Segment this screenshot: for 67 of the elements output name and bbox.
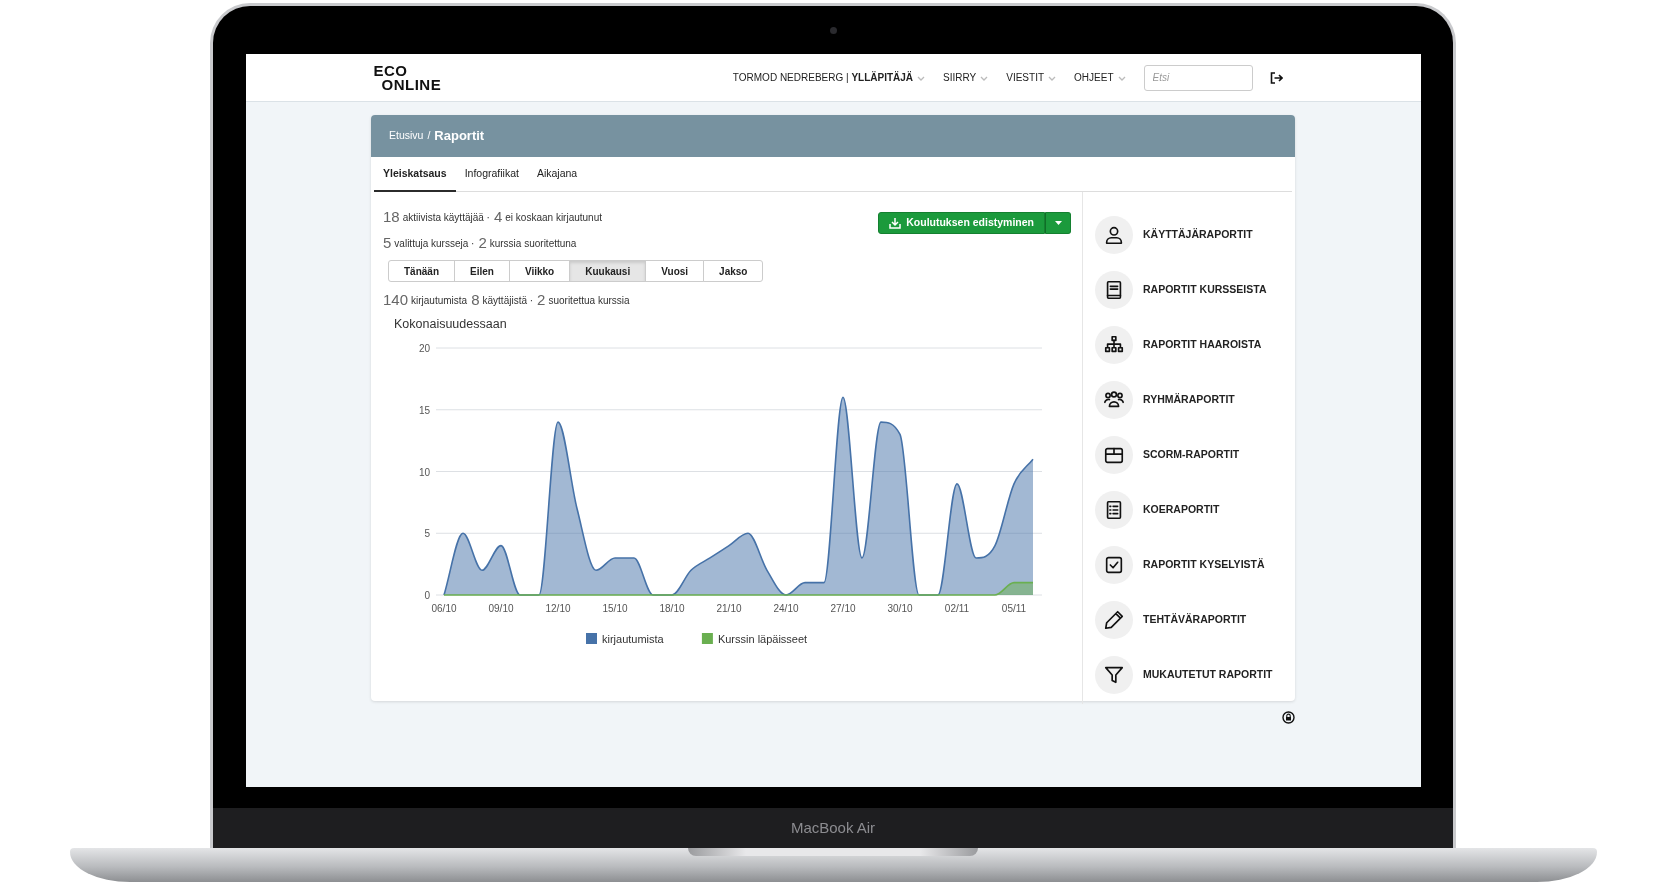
checkbox-icon [1095, 546, 1133, 584]
report-link[interactable]: RAPORTIT KURSSEISTA [1083, 264, 1295, 316]
book-icon [1095, 271, 1133, 309]
period-button[interactable]: Kuukausi [569, 260, 647, 282]
pencil-icon [1095, 601, 1133, 639]
person-icon [1095, 216, 1133, 254]
logo[interactable]: ECO ONLINE [373, 63, 442, 92]
tab[interactable]: Aikajana [527, 157, 587, 192]
camera-dot [829, 26, 837, 34]
breadcrumb-separator: / [427, 128, 431, 144]
report-link[interactable]: SCORM-RAPORTIT [1083, 429, 1295, 481]
axis-label: 27/10 [830, 603, 856, 614]
axis-label: 02/11 [944, 603, 970, 614]
nav-menu-link[interactable]: SIIRRY [943, 70, 989, 85]
axis-label: 12/10 [545, 603, 571, 614]
report-link[interactable]: TEHTÄVÄRAPORTIT [1083, 594, 1295, 646]
report-link[interactable]: KÄYTTÄJÄRAPORTIT [1083, 209, 1295, 261]
axis-label: 06/10 [431, 603, 457, 614]
lock-icon [1281, 711, 1295, 724]
dropdown-toggle-button[interactable] [1045, 212, 1071, 234]
axis-label: 30/10 [887, 603, 913, 614]
axis-label: 05/11 [1001, 603, 1027, 614]
logout-icon[interactable] [1268, 70, 1283, 85]
axis-label: 24/10 [773, 603, 799, 614]
period-button[interactable]: Vuosi [645, 260, 705, 282]
legend-label[interactable]: Kurssin läpäisseet [717, 633, 808, 645]
hierarchy-icon [1095, 326, 1133, 364]
tab[interactable]: Yleiskatsaus [374, 157, 456, 192]
people-icon [1095, 381, 1133, 419]
box-icon [1095, 436, 1133, 474]
axis-label: 15 [418, 404, 430, 416]
laptop-brand-text: MacBook Air [790, 817, 876, 838]
period-button[interactable]: Jakso [703, 260, 764, 282]
axis-label: 10 [418, 466, 430, 478]
report-link[interactable]: RAPORTIT HAAROISTA [1083, 319, 1295, 371]
legend-swatch [586, 633, 597, 644]
download-icon [889, 217, 902, 229]
period-button[interactable]: Viikko [508, 260, 571, 282]
nav-menu-link[interactable]: TORMOD NEDREBERG | YLLÄPITÄJÄ [732, 70, 926, 85]
period-button[interactable]: Eilen [454, 260, 510, 282]
axis-label: 21/10 [716, 603, 742, 614]
search-field[interactable]: Etsi [1143, 64, 1253, 91]
period-button[interactable]: Tänään [388, 260, 455, 282]
axis-label: 0 [424, 590, 430, 601]
legend-label[interactable]: kirjautumista [602, 633, 664, 645]
checklist-icon [1095, 491, 1133, 529]
axis-label: 18/10 [659, 603, 685, 614]
caret-icon [1054, 221, 1062, 225]
nav-menu-link[interactable]: VIESTIT [1006, 70, 1057, 85]
report-link[interactable]: KOERAPORTIT [1083, 484, 1295, 536]
stats-text: 18 aktiivista käyttäjää · 4 ei koskaan kirjautunut [383, 206, 604, 227]
axis-label: 20 [418, 343, 430, 354]
axis-label: 5 [424, 528, 430, 540]
nav-menu-link[interactable]: OHJEET [1074, 70, 1126, 85]
chart-title: Kokonaisuudessaan [394, 317, 507, 331]
filter-icon [1095, 656, 1133, 694]
tab[interactable]: Infografiikat [455, 157, 528, 192]
report-link[interactable]: RAPORTIT KYSELYISTÄ [1083, 539, 1295, 591]
report-link[interactable]: RYHMÄRAPORTIT [1083, 374, 1295, 426]
page-title: Raportit [434, 127, 485, 146]
report-link[interactable]: MUKAUTETUT RAPORTIT [1083, 649, 1295, 701]
axis-label: 15/10 [602, 603, 628, 614]
export-button[interactable]: Koulutuksen edistyminen [878, 212, 1045, 234]
axis-label: 09/10 [488, 603, 514, 614]
legend-swatch [701, 633, 713, 644]
stats-text: 5 valittuja kursseja · 2 kurssia suoritettuna [383, 232, 578, 253]
stats-text: 140 kirjautumista 8 käyttäjistä · 2 suoritettua kurssia [383, 289, 631, 310]
